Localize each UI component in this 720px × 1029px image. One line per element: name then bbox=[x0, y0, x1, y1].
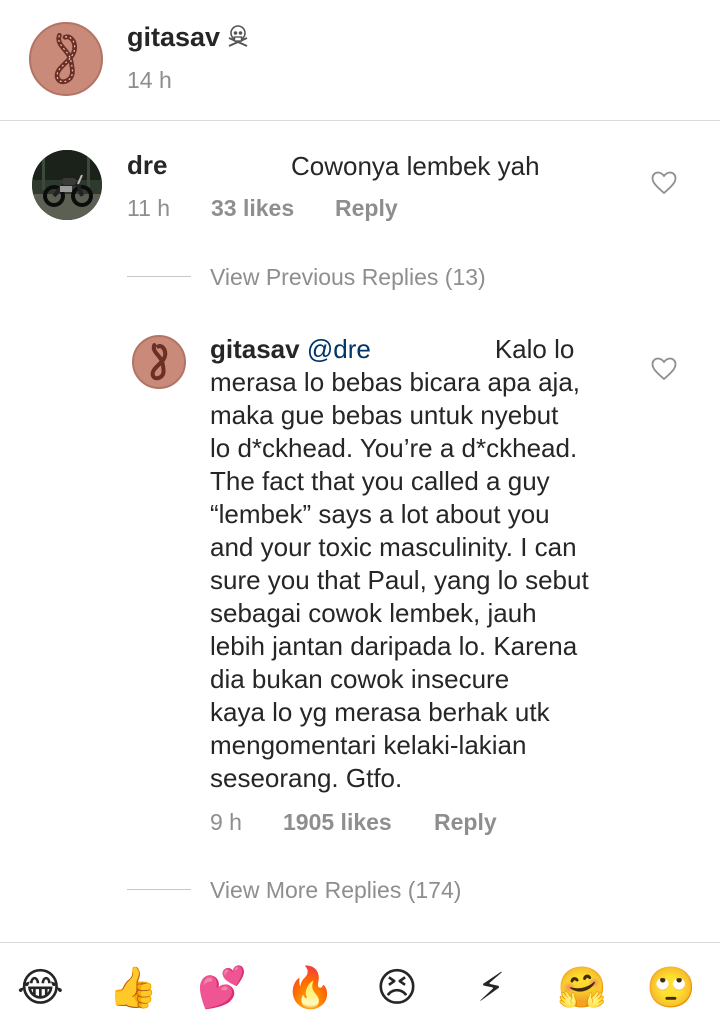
emoji-quick-bar: 😂 👍 💕 🔥 😣 ⚡ 🤗 🙄 bbox=[0, 942, 720, 1029]
post-header: gitasav 14 h bbox=[0, 0, 720, 120]
hugging-face-icon[interactable]: 🤗 bbox=[557, 963, 607, 1013]
fire-icon[interactable]: 🔥 bbox=[285, 963, 335, 1013]
skull-crossbones-icon bbox=[228, 25, 248, 47]
comment-username[interactable]: dre bbox=[127, 150, 167, 181]
reply-username[interactable]: gitasav bbox=[210, 334, 300, 364]
reply-like-button[interactable] bbox=[651, 357, 677, 381]
view-previous-replies-link[interactable]: View Previous Replies (13) bbox=[210, 264, 486, 291]
comment-likes[interactable]: 33 likes bbox=[211, 195, 294, 222]
reply-mention[interactable]: @dre bbox=[307, 334, 371, 364]
comment-avatar[interactable] bbox=[32, 150, 102, 220]
comment-timestamp: 11 h bbox=[127, 195, 171, 221]
post-avatar[interactable] bbox=[29, 22, 103, 96]
rope-icon bbox=[150, 343, 168, 381]
reply-text-start: Kalo lo bbox=[494, 334, 575, 364]
post-timestamp: 14 h bbox=[127, 67, 172, 93]
reply-timestamp: 9 h bbox=[210, 809, 242, 835]
post-username[interactable]: gitasav bbox=[127, 22, 220, 53]
reply-text: gitasav @dre Kalo lo merasa lo bebas bica… bbox=[210, 333, 630, 795]
header-divider bbox=[0, 120, 720, 121]
lightning-icon[interactable]: ⚡ bbox=[468, 963, 514, 1013]
comment-like-button[interactable] bbox=[651, 171, 677, 195]
reply-reply-button[interactable]: Reply bbox=[434, 809, 497, 836]
reply-avatar[interactable] bbox=[132, 335, 186, 389]
eye-roll-face-icon[interactable]: 🙄 bbox=[646, 963, 696, 1013]
reply-text-body: merasa lo bebas bicara apa aja, maka gue… bbox=[210, 367, 589, 793]
laughing-face-icon[interactable]: 😂 bbox=[17, 963, 64, 1013]
thumbs-up-icon[interactable]: 👍 bbox=[108, 963, 158, 1013]
heart-icon bbox=[651, 171, 677, 195]
motorcycle-photo-icon bbox=[32, 150, 102, 220]
reply-likes[interactable]: 1905 likes bbox=[283, 809, 392, 836]
comment-reply-button[interactable]: Reply bbox=[335, 195, 398, 222]
rope-icon bbox=[54, 32, 78, 85]
comment-text: Cowonya lembek yah bbox=[291, 151, 540, 181]
thread-line bbox=[127, 889, 191, 890]
thread-line bbox=[127, 276, 191, 277]
view-more-replies-link[interactable]: View More Replies (174) bbox=[210, 877, 461, 904]
heart-icon bbox=[651, 357, 677, 381]
hearts-icon[interactable]: 💕 bbox=[197, 963, 247, 1013]
persevering-face-icon[interactable]: 😣 bbox=[374, 963, 420, 1013]
